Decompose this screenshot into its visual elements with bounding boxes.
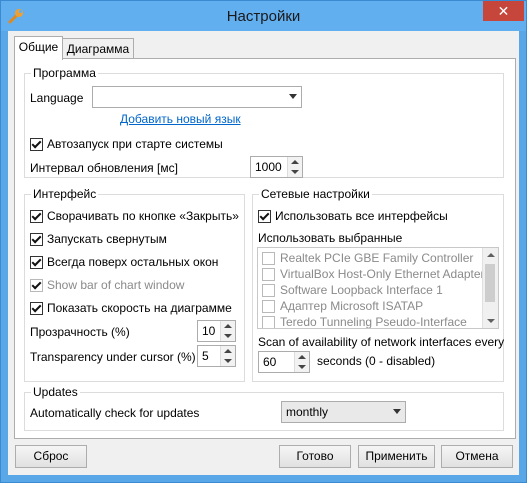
scan-label: Scan of availability of network interfac… [258,335,505,349]
apply-button[interactable]: Применить [358,445,435,468]
transparency-stepper[interactable]: 10 [197,320,236,342]
interval-stepper[interactable]: 1000 [250,156,303,178]
tab-chart[interactable]: Диаграмма [62,38,134,59]
program-group: Программа Language Добавить новый язык А… [24,66,504,178]
language-label: Language [30,91,84,105]
interval-down-button[interactable] [288,167,302,177]
ok-button[interactable]: Готово [279,445,351,468]
interface-checkbox[interactable] [262,268,275,281]
show-chart-bar-label: Show bar of chart window [47,278,185,292]
network-group: Сетевые настройки Использовать все интер… [252,187,505,382]
updates-group-title: Updates [31,385,80,399]
transparency-cursor-value: 5 [202,349,209,363]
always-on-top-checkbox[interactable] [30,256,43,269]
interface-checkbox[interactable] [262,300,275,313]
cancel-button[interactable]: Отмена [441,445,513,468]
transparency-cursor-stepper[interactable]: 5 [197,345,236,367]
interval-label: Интервал обновления [мс] [30,161,178,175]
program-group-title: Программа [31,66,98,80]
updates-group: Updates Automatically check for updates … [24,385,504,431]
transparency-cursor-down-button[interactable] [221,356,235,366]
minimize-on-close-checkbox[interactable] [30,210,43,223]
reset-button[interactable]: Сброс [15,445,87,468]
transparency-label: Прозрачность (%) [30,325,130,339]
interface-checkbox[interactable] [262,316,275,328]
close-button[interactable]: ✕ [483,1,524,21]
interface-group-title: Интерфейс [31,187,99,201]
interval-value: 1000 [255,160,282,174]
show-speed-label: Показать скорость на диаграмме [47,301,232,315]
always-on-top-label: Всегда поверх остальных окон [47,255,219,269]
interfaces-scrollbar[interactable] [482,248,498,328]
scroll-down-icon[interactable] [483,314,498,328]
transparency-value: 10 [202,324,216,338]
title-bar[interactable]: Настройки ✕ [1,1,526,31]
language-select[interactable] [92,86,302,108]
check-updates-label: Automatically check for updates [30,406,200,420]
autostart-checkbox[interactable] [30,138,43,151]
interface-name: VirtualBox Host-Only Ethernet Adapter [280,267,485,281]
start-minimized-label: Запускать свернутым [47,232,167,246]
settings-window: Настройки ✕ Общие Диаграмма Программа La… [0,0,527,483]
show-speed-checkbox[interactable] [30,302,43,315]
scan-down-button[interactable] [295,362,309,372]
scroll-up-icon[interactable] [483,248,498,262]
scan-interval-value: 60 [263,355,277,369]
use-all-interfaces-checkbox[interactable] [258,210,271,223]
add-language-link[interactable]: Добавить новый язык [120,112,241,126]
scan-interval-stepper[interactable]: 60 [258,351,310,373]
interface-name: Software Loopback Interface 1 [280,283,443,297]
start-minimized-checkbox[interactable] [30,233,43,246]
chevron-down-icon [289,94,297,99]
use-all-interfaces-label: Использовать все интерфейсы [275,209,448,223]
use-selected-label: Использовать выбранные [258,231,403,245]
interface-name: Teredo Tunneling Pseudo-Interface [280,315,467,329]
window-title: Настройки [226,8,301,25]
tab-general[interactable]: Общие [14,36,63,60]
interface-group: Интерфейс Сворачивать по кнопке «Закрыть… [24,187,245,382]
scroll-thumb[interactable] [485,264,495,302]
network-group-title: Сетевые настройки [259,187,372,201]
update-frequency-select[interactable]: monthly [281,401,406,423]
transparency-cursor-label: Transparency under cursor (%) [30,350,196,364]
interface-name: Realtek PCIe GBE Family Controller [280,251,474,265]
update-frequency-value: monthly [286,405,329,419]
interfaces-list[interactable]: Realtek PCIe GBE Family Controller Virtu… [257,247,499,329]
chevron-down-icon [393,409,401,414]
tab-panel-general: Программа Language Добавить новый язык А… [14,58,516,439]
interface-checkbox[interactable] [262,252,275,265]
dialog-body: Общие Диаграмма Программа Language Добав… [8,31,519,475]
scan-suffix-label: seconds (0 - disabled) [317,354,436,368]
interface-name: Адаптер Microsoft ISATAP [280,299,424,313]
autostart-label: Автозапуск при старте системы [47,137,223,151]
interface-checkbox[interactable] [262,284,275,297]
transparency-down-button[interactable] [221,331,235,341]
minimize-on-close-label: Сворачивать по кнопке «Закрыть» [47,209,239,223]
show-chart-bar-checkbox [30,279,43,292]
